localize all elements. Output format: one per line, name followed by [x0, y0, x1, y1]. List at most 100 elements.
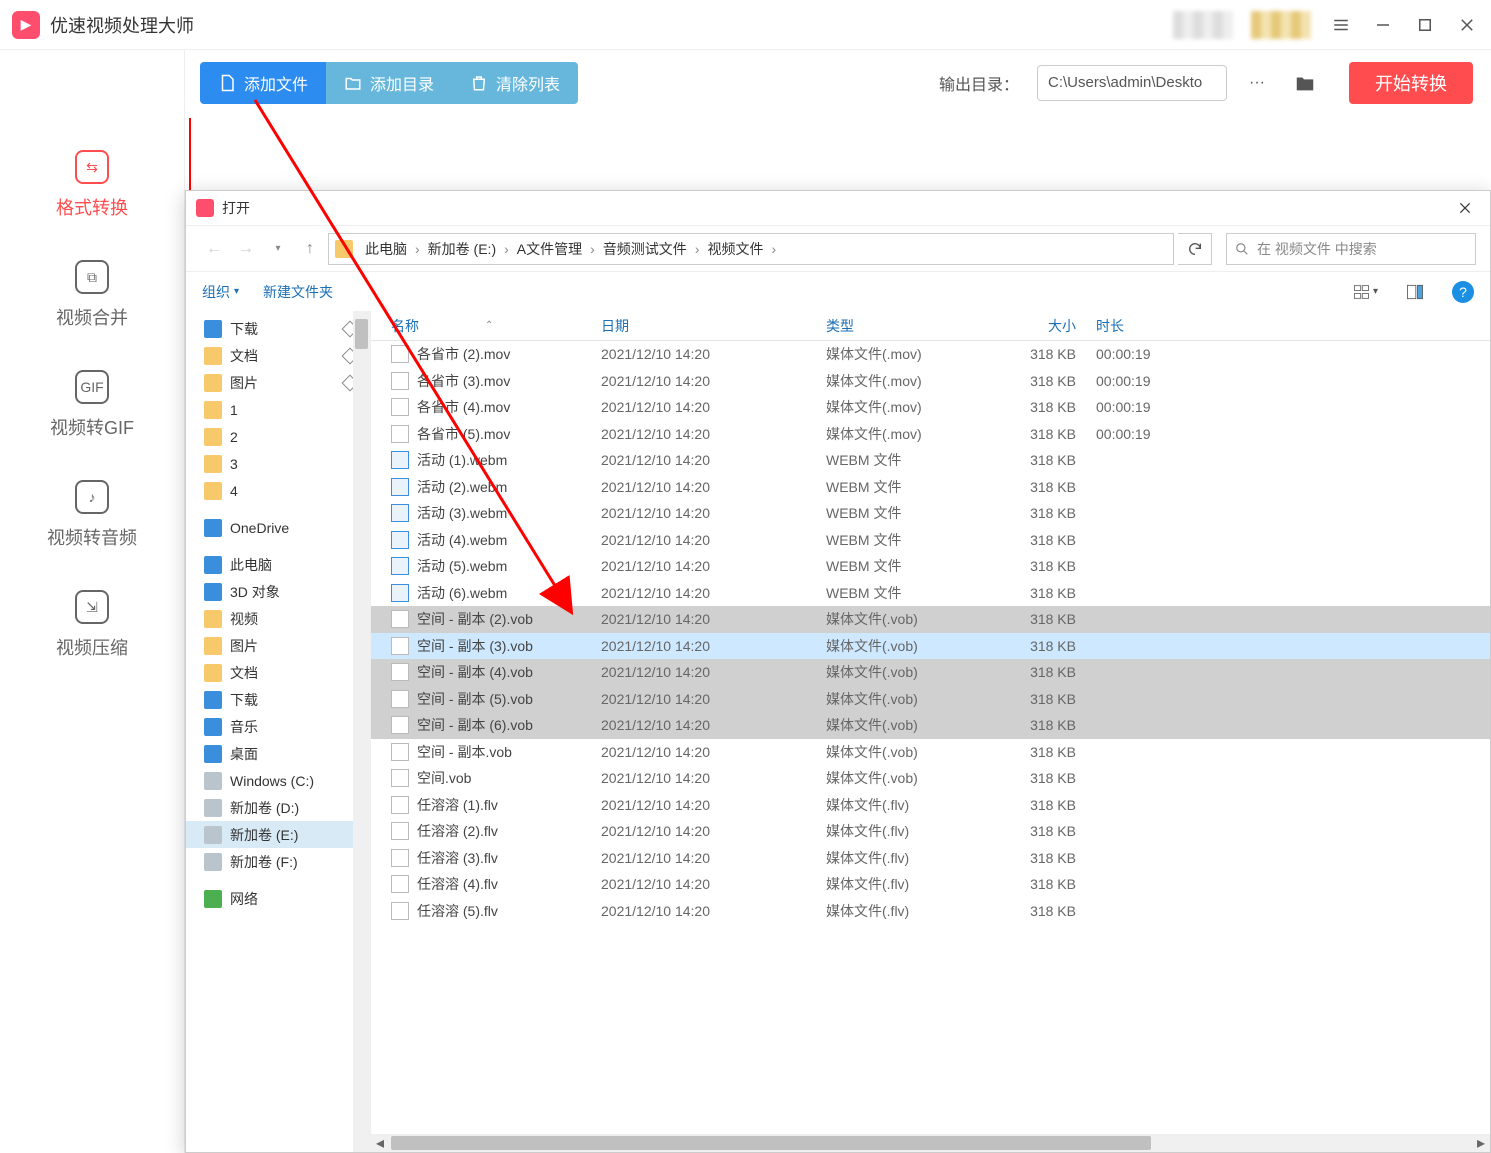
tree-item[interactable]: 下载 [186, 686, 370, 713]
crumb[interactable]: 音频测试文件 [599, 237, 691, 261]
tree-item[interactable]: 新加卷 (E:) [186, 821, 370, 848]
tree-item[interactable]: 3D 对象 [186, 578, 370, 605]
col-date[interactable]: 日期 [601, 316, 826, 336]
crumb[interactable]: 新加卷 (E:) [424, 237, 500, 261]
file-row[interactable]: 各省市 (4).mov 2021/12/10 14:20 媒体文件(.mov) … [371, 394, 1490, 421]
menu-icon[interactable] [1329, 13, 1353, 37]
maximize-button[interactable] [1413, 13, 1437, 37]
tree-item[interactable]: 视频 [186, 605, 370, 632]
dialog-titlebar: 打开 [186, 191, 1490, 225]
close-button[interactable] [1455, 13, 1479, 37]
crumb[interactable]: A文件管理 [513, 237, 586, 261]
search-input[interactable]: 在 视频文件 中搜索 [1226, 233, 1476, 265]
tree-item[interactable]: 1 [186, 396, 370, 423]
col-size[interactable]: 大小 [996, 316, 1096, 336]
nav-recent-dropdown[interactable]: ▾ [264, 235, 292, 263]
nav-up-button[interactable]: ↑ [296, 235, 324, 263]
tree-item[interactable]: 下载 [186, 315, 370, 342]
tree-item[interactable]: 音乐 [186, 713, 370, 740]
file-row[interactable]: 活动 (1).webm 2021/12/10 14:20 WEBM 文件 318… [371, 447, 1490, 474]
file-row[interactable]: 空间.vob 2021/12/10 14:20 媒体文件(.vob) 318 K… [371, 765, 1490, 792]
col-name[interactable]: 名称⌃ [391, 316, 601, 336]
browse-dots-button[interactable]: ··· [1239, 65, 1275, 101]
minimize-button[interactable] [1371, 13, 1395, 37]
file-row[interactable]: 空间 - 副本 (6).vob 2021/12/10 14:20 媒体文件(.v… [371, 712, 1490, 739]
tree-item[interactable]: 新加卷 (D:) [186, 794, 370, 821]
folder-tree[interactable]: 下载文档图片1234OneDrive此电脑3D 对象视频图片文档下载音乐桌面Wi… [186, 311, 371, 1152]
tree-item[interactable]: 4 [186, 477, 370, 504]
sidebar-item-2[interactable]: GIF视频转GIF [0, 350, 184, 460]
crumb[interactable]: 此电脑 [361, 237, 411, 261]
open-folder-button[interactable] [1287, 65, 1323, 101]
tree-item-label: 3 [230, 456, 238, 472]
tree-item-label: 2 [230, 429, 238, 445]
breadcrumb[interactable]: 此电脑›新加卷 (E:)›A文件管理›音频测试文件›视频文件› [328, 233, 1174, 265]
file-row[interactable]: 活动 (2).webm 2021/12/10 14:20 WEBM 文件 318… [371, 474, 1490, 501]
crumb[interactable]: 视频文件 [703, 237, 767, 261]
start-convert-button[interactable]: 开始转换 [1349, 62, 1473, 104]
tree-item[interactable]: 2 [186, 423, 370, 450]
scroll-thumb[interactable] [391, 1136, 1151, 1150]
dialog-close-button[interactable] [1450, 193, 1480, 223]
file-row[interactable]: 活动 (6).webm 2021/12/10 14:20 WEBM 文件 318… [371, 580, 1490, 607]
clear-list-button[interactable]: 清除列表 [452, 62, 578, 104]
add-folder-button[interactable]: 添加目录 [326, 62, 452, 104]
nav-forward-button[interactable]: → [232, 235, 260, 263]
sidebar-item-1[interactable]: ⧉视频合并 [0, 240, 184, 350]
app-title: 优速视频处理大师 [50, 12, 194, 38]
titlebar: ▶ 优速视频处理大师 [0, 0, 1491, 50]
tree-item[interactable]: 文档 [186, 659, 370, 686]
help-button[interactable]: ? [1452, 281, 1474, 303]
file-row[interactable]: 活动 (3).webm 2021/12/10 14:20 WEBM 文件 318… [371, 500, 1490, 527]
file-date: 2021/12/10 14:20 [601, 373, 826, 389]
file-date: 2021/12/10 14:20 [601, 426, 826, 442]
tree-item[interactable]: Windows (C:) [186, 767, 370, 794]
tree-item-label: 桌面 [230, 744, 258, 764]
file-row[interactable]: 活动 (5).webm 2021/12/10 14:20 WEBM 文件 318… [371, 553, 1490, 580]
scroll-right-button[interactable]: ▸ [1472, 1134, 1490, 1152]
file-row[interactable]: 任溶溶 (5).flv 2021/12/10 14:20 媒体文件(.flv) … [371, 898, 1490, 925]
tree-item[interactable]: 图片 [186, 632, 370, 659]
file-row[interactable]: 任溶溶 (1).flv 2021/12/10 14:20 媒体文件(.flv) … [371, 792, 1490, 819]
sidebar-icon: ⇲ [75, 590, 109, 624]
organize-button[interactable]: 组织▾ [202, 282, 239, 302]
tree-item[interactable]: 网络 [186, 885, 370, 912]
file-date: 2021/12/10 14:20 [601, 505, 826, 521]
file-row[interactable]: 各省市 (5).mov 2021/12/10 14:20 媒体文件(.mov) … [371, 421, 1490, 448]
file-row[interactable]: 空间 - 副本.vob 2021/12/10 14:20 媒体文件(.vob) … [371, 739, 1490, 766]
sidebar-item-0[interactable]: ⇆格式转换 [0, 130, 184, 240]
tree-item[interactable]: 桌面 [186, 740, 370, 767]
file-row[interactable]: 任溶溶 (3).flv 2021/12/10 14:20 媒体文件(.flv) … [371, 845, 1490, 872]
sidebar-item-3[interactable]: ♪视频转音频 [0, 460, 184, 570]
file-row[interactable]: 空间 - 副本 (5).vob 2021/12/10 14:20 媒体文件(.v… [371, 686, 1490, 713]
view-mode-button[interactable]: ▾ [1352, 279, 1378, 305]
sidebar-item-4[interactable]: ⇲视频压缩 [0, 570, 184, 680]
new-folder-button[interactable]: 新建文件夹 [263, 282, 333, 302]
tree-item[interactable]: OneDrive [186, 514, 370, 541]
col-duration[interactable]: 时长 [1096, 316, 1490, 336]
scroll-left-button[interactable]: ◂ [371, 1134, 389, 1152]
tree-item[interactable]: 文档 [186, 342, 370, 369]
tree-item[interactable]: 图片 [186, 369, 370, 396]
file-row[interactable]: 空间 - 副本 (4).vob 2021/12/10 14:20 媒体文件(.v… [371, 659, 1490, 686]
tree-scroll-thumb[interactable] [355, 319, 368, 349]
file-row[interactable]: 空间 - 副本 (2).vob 2021/12/10 14:20 媒体文件(.v… [371, 606, 1490, 633]
file-row[interactable]: 各省市 (3).mov 2021/12/10 14:20 媒体文件(.mov) … [371, 368, 1490, 395]
file-row[interactable]: 任溶溶 (2).flv 2021/12/10 14:20 媒体文件(.flv) … [371, 818, 1490, 845]
add-file-button[interactable]: 添加文件 [200, 62, 326, 104]
file-row[interactable]: 任溶溶 (4).flv 2021/12/10 14:20 媒体文件(.flv) … [371, 871, 1490, 898]
file-type: WEBM 文件 [826, 503, 996, 523]
tree-scrollbar[interactable] [353, 311, 370, 1152]
tree-item[interactable]: 此电脑 [186, 551, 370, 578]
nav-back-button[interactable]: ← [200, 235, 228, 263]
col-type[interactable]: 类型 [826, 316, 996, 336]
file-row[interactable]: 活动 (4).webm 2021/12/10 14:20 WEBM 文件 318… [371, 527, 1490, 554]
tree-item[interactable]: 3 [186, 450, 370, 477]
file-row[interactable]: 各省市 (2).mov 2021/12/10 14:20 媒体文件(.mov) … [371, 341, 1490, 368]
refresh-button[interactable] [1178, 233, 1212, 265]
tree-item[interactable]: 新加卷 (F:) [186, 848, 370, 875]
preview-pane-button[interactable] [1402, 279, 1428, 305]
file-row[interactable]: 空间 - 副本 (3).vob 2021/12/10 14:20 媒体文件(.v… [371, 633, 1490, 660]
horizontal-scrollbar[interactable]: ◂ ▸ [371, 1134, 1490, 1152]
output-dir-input[interactable] [1037, 65, 1227, 101]
